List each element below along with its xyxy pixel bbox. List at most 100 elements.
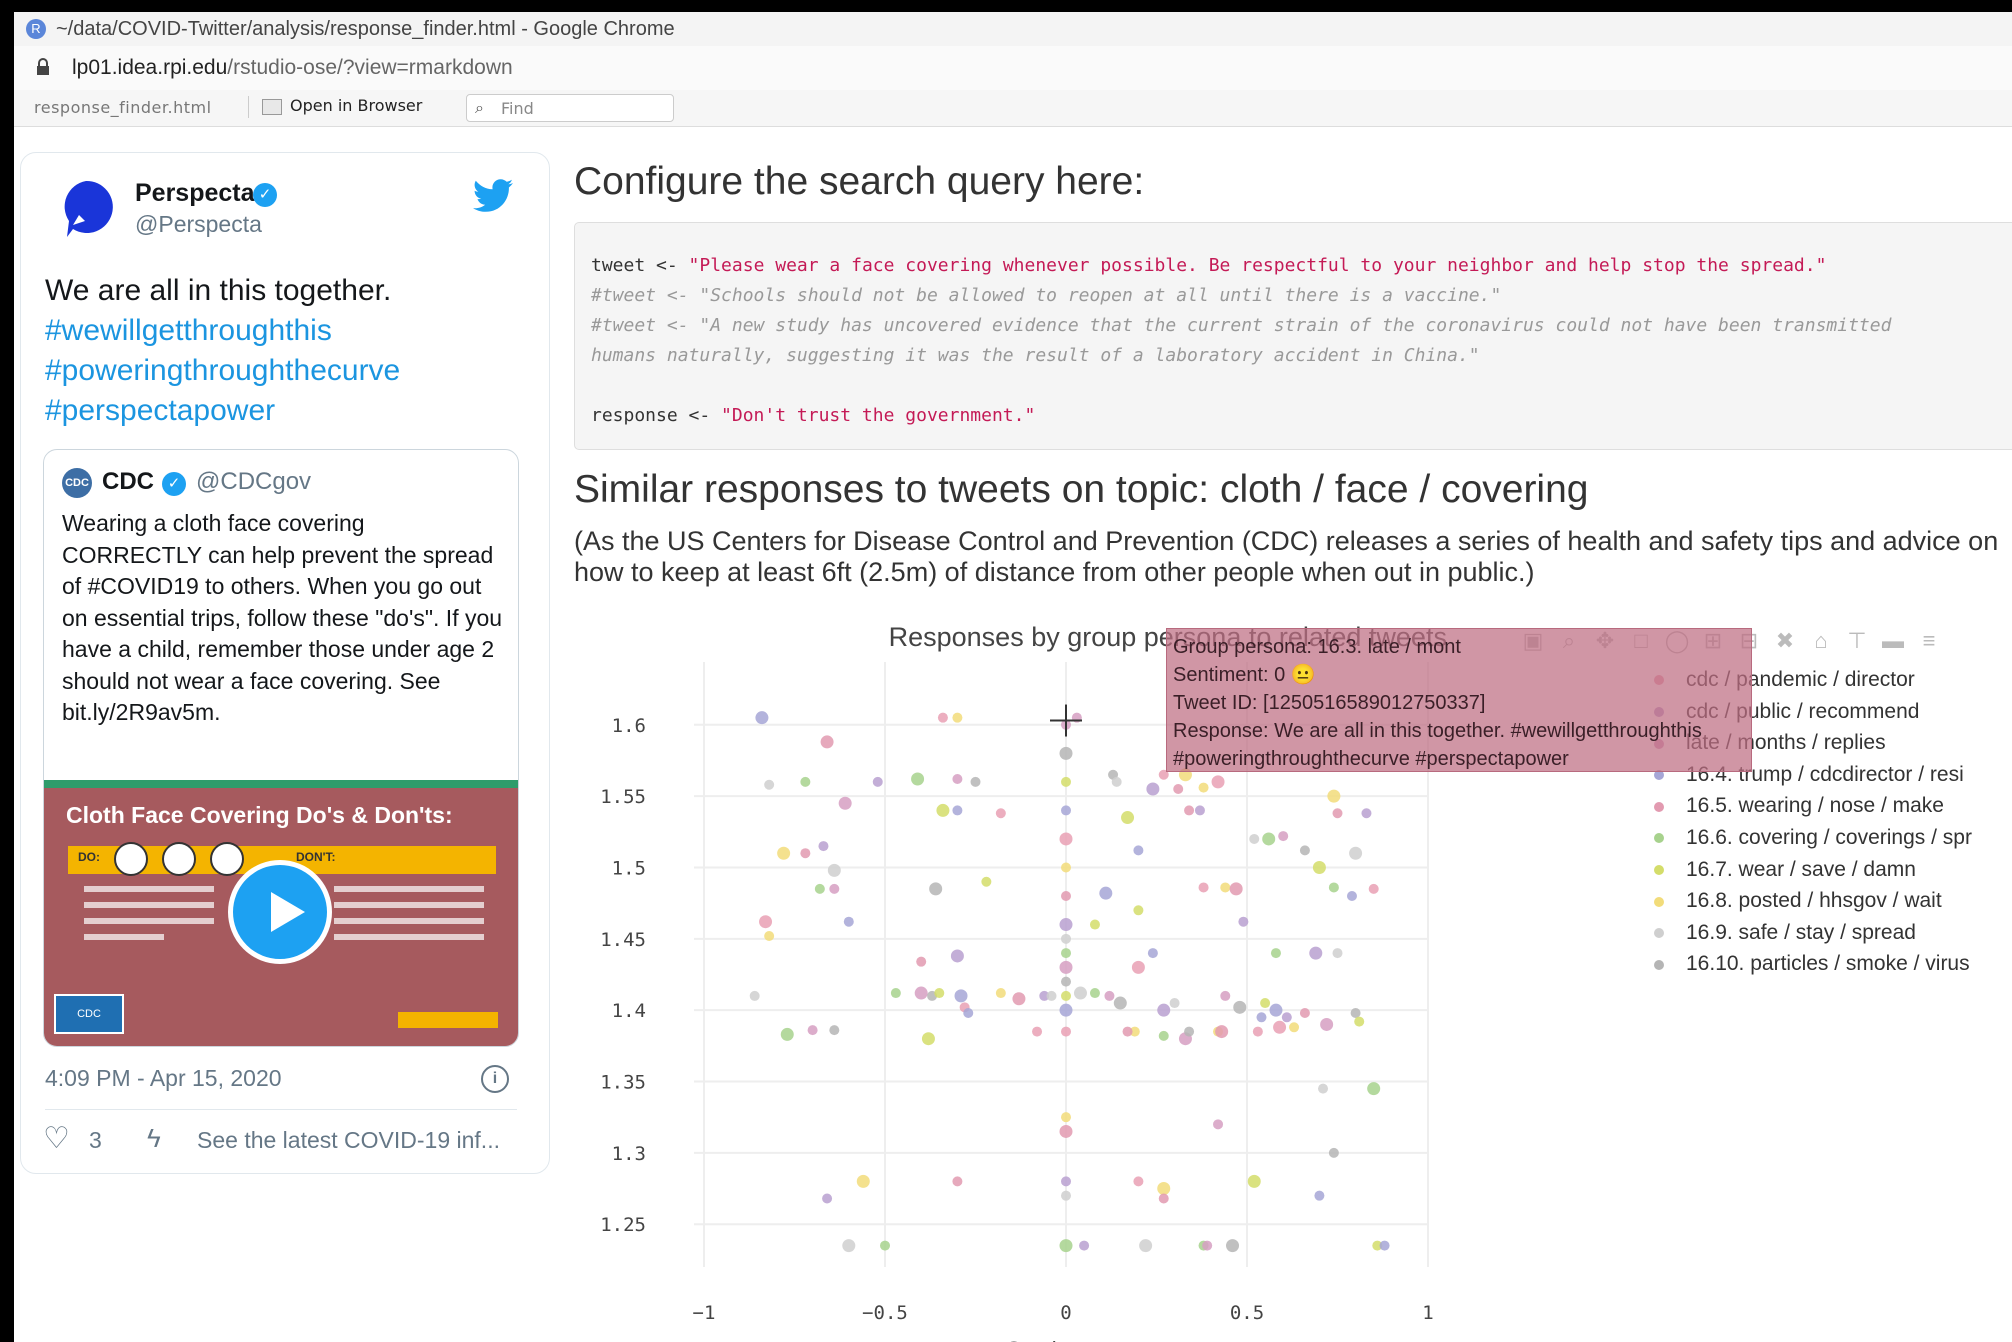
browser-window: R ~/data/COVID-Twitter/analysis/response… — [14, 12, 2012, 1342]
data-point — [1238, 916, 1249, 927]
hashtag-link[interactable]: #poweringthroughthecurve — [45, 351, 535, 391]
data-point — [1247, 1174, 1261, 1188]
spike-lines-icon[interactable]: ⊤ — [1842, 626, 1872, 656]
perspecta-avatar[interactable] — [55, 177, 117, 239]
cdc-logo: CDC — [54, 994, 124, 1034]
tweet-card[interactable]: Perspecta ✓ @Perspecta We are all in thi… — [20, 152, 550, 1174]
quoted-tweet-text: Wearing a cloth face covering CORRECTLY … — [62, 510, 503, 725]
similar-description: (As the US Centers for Disease Control a… — [574, 526, 1999, 587]
verified-badge-icon: ✓ — [162, 472, 186, 496]
data-point — [1061, 933, 1071, 944]
data-point — [1354, 1016, 1365, 1027]
hashtag-link[interactable]: #perspectapower — [45, 391, 535, 431]
legend-marker — [1654, 928, 1664, 939]
data-point — [1113, 996, 1127, 1010]
legend-item[interactable]: 16.7. wear / save / damn — [1654, 858, 1916, 882]
search-icon: ⌕ — [475, 98, 484, 117]
code-line: response <- "Don't trust the government.… — [591, 405, 1035, 426]
quoted-tweet[interactable]: CDC CDC ✓ @CDCgov Wearing a cloth face c… — [43, 449, 519, 1047]
data-point — [829, 883, 840, 894]
media-text-line — [84, 934, 164, 940]
hover-tooltip: Group persona: 16.3. late / mont Sentime… — [1166, 628, 1752, 772]
open-window-icon — [262, 98, 282, 115]
data-point — [1226, 1239, 1240, 1253]
data-point — [838, 796, 852, 810]
data-point — [952, 712, 963, 723]
info-icon[interactable]: i — [481, 1065, 509, 1093]
data-point — [1318, 1083, 1329, 1094]
tweet-author-name[interactable]: Perspecta — [135, 179, 255, 208]
data-point — [1260, 998, 1271, 1009]
data-point — [1061, 1026, 1071, 1037]
tooltip-persona: Group persona: 16.3. late / mont — [1173, 636, 1461, 658]
legend-label: 16.10. particles / smoke / virus — [1686, 952, 1970, 976]
data-point — [1252, 1026, 1263, 1037]
data-point — [1146, 782, 1160, 796]
lock-icon — [37, 58, 49, 75]
data-point — [1079, 1240, 1090, 1251]
data-point — [829, 1025, 840, 1036]
legend-marker — [1654, 801, 1664, 812]
x-tick-label: 1 — [1422, 1302, 1433, 1324]
y-tick-label: 1.5 — [612, 857, 646, 879]
data-point — [1198, 782, 1209, 793]
data-point — [1379, 1240, 1390, 1251]
hashtag-link[interactable]: #wewillgetthroughthis — [45, 311, 535, 351]
quoted-author-name[interactable]: CDC — [102, 468, 154, 496]
cdc-avatar[interactable]: CDC — [62, 468, 92, 498]
quoted-author-handle[interactable]: @CDCgov — [196, 468, 311, 496]
data-point — [814, 883, 825, 894]
data-point — [856, 1174, 870, 1188]
legend-item[interactable]: 16.6. covering / coverings / spr — [1654, 826, 1972, 850]
legend-item[interactable]: 16.5. wearing / nose / make — [1654, 794, 1944, 818]
video-thumbnail[interactable]: Cloth Face Covering Do's & Don'ts: DO: D… — [44, 780, 518, 1046]
data-point — [1229, 882, 1243, 896]
tweet-timestamp[interactable]: 4:09 PM - Apr 15, 2020 — [45, 1065, 282, 1092]
data-point — [1158, 1030, 1169, 1041]
hover-compare-icon[interactable]: ≡ — [1914, 626, 1944, 656]
data-point — [1184, 805, 1195, 816]
tweet-author-handle[interactable]: @Perspecta — [135, 211, 262, 238]
open-in-browser-label: Open in Browser — [290, 96, 423, 115]
legend-marker — [1654, 959, 1664, 970]
url-bar[interactable]: lp01.idea.rpi.edu/rstudio-ose/?view=rmar… — [14, 46, 2012, 91]
data-point — [1309, 946, 1323, 960]
media-text-line — [334, 918, 484, 924]
url-host: lp01.idea.rpi.edu — [72, 56, 228, 79]
data-point — [880, 1240, 890, 1251]
legend-item[interactable]: 16.10. particles / smoke / virus — [1654, 952, 1970, 976]
see-latest-link[interactable]: See the latest COVID-19 inf... — [197, 1127, 500, 1154]
hover-closest-icon[interactable]: ▬ — [1878, 626, 1908, 656]
data-point — [954, 989, 968, 1003]
twitter-bird-icon[interactable] — [473, 179, 513, 213]
data-point — [1147, 948, 1158, 959]
code-string: "Don't trust the government." — [721, 405, 1036, 426]
tooltip-response-cont: #poweringthroughthecurve #perspectapower — [1173, 748, 1569, 770]
data-point — [1256, 1012, 1267, 1023]
legend-item[interactable]: 16.9. safe / stay / spread — [1654, 921, 1916, 945]
media-text-line — [84, 918, 214, 924]
data-point — [780, 1027, 794, 1041]
legend-marker — [1654, 865, 1664, 876]
x-tick-label: −1 — [693, 1302, 716, 1324]
data-point — [1059, 960, 1073, 974]
home-icon[interactable]: ⌂ — [1806, 626, 1836, 656]
code-comment: #tweet <- "A new study has uncovered evi… — [591, 315, 1892, 336]
open-in-browser-button[interactable]: Open in Browser — [262, 96, 422, 120]
verified-badge-icon: ✓ — [253, 183, 277, 207]
find-input[interactable]: ⌕ Find — [466, 94, 674, 122]
data-point — [1270, 948, 1281, 959]
media-dont-label: DON'T: — [296, 850, 336, 864]
legend-label: 16.6. covering / coverings / spr — [1686, 826, 1972, 849]
media-text-line — [84, 902, 214, 908]
data-point — [1032, 1026, 1043, 1037]
data-point — [1061, 805, 1071, 816]
like-heart-icon[interactable]: ♡ — [43, 1121, 70, 1156]
play-button-icon[interactable] — [228, 860, 332, 964]
data-point — [1299, 845, 1310, 856]
data-point — [1213, 1119, 1224, 1130]
data-point — [1211, 775, 1225, 789]
url-text[interactable]: lp01.idea.rpi.edu/rstudio-ose/?view=rmar… — [72, 56, 513, 80]
autoscale-icon[interactable]: ✖ — [1770, 626, 1800, 656]
legend-item[interactable]: 16.8. posted / hhsgov / wait — [1654, 889, 1942, 913]
